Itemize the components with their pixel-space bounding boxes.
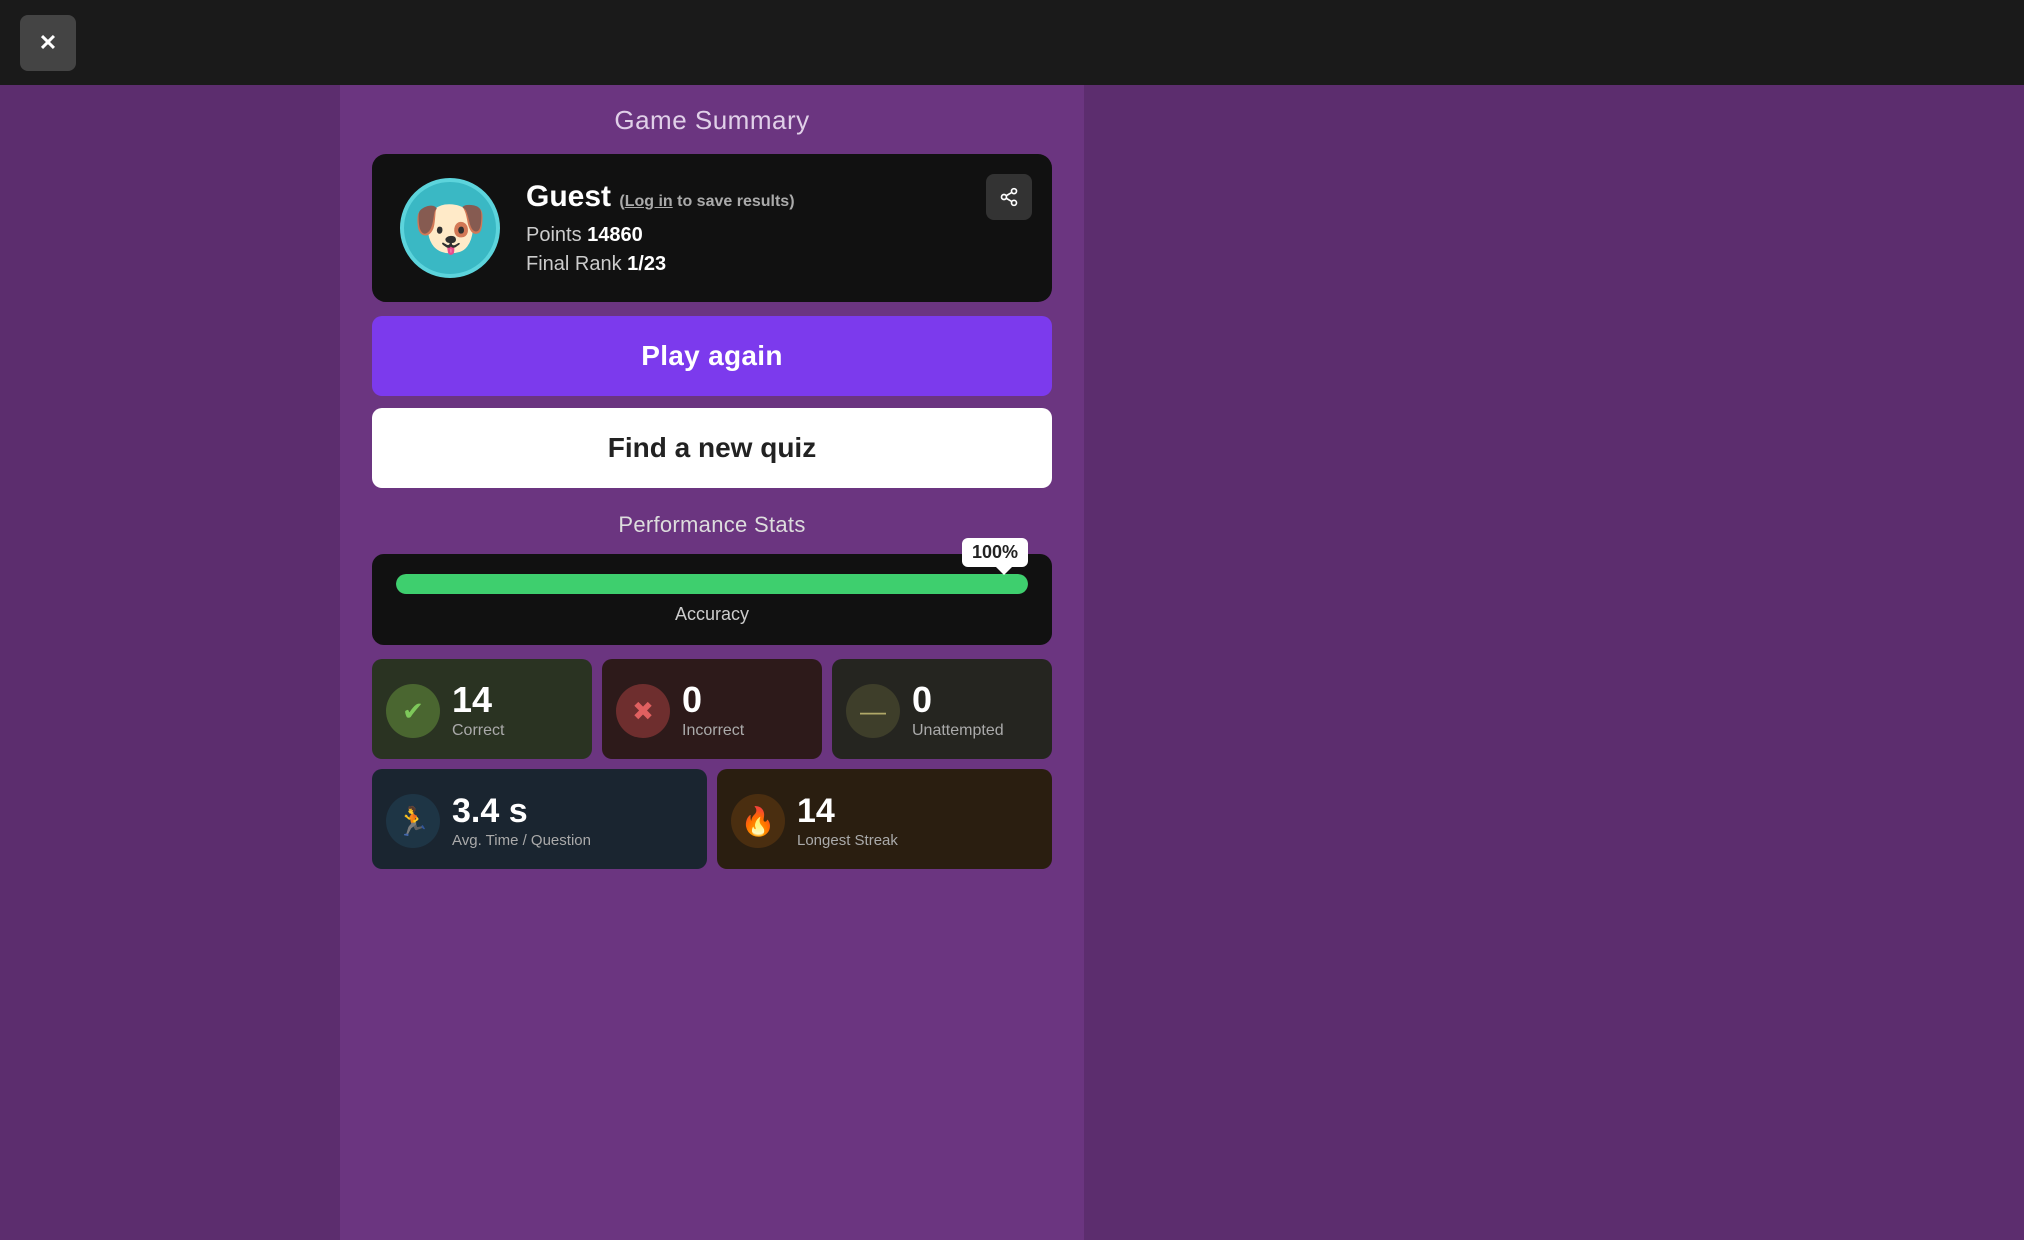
points-label: Points [526, 224, 582, 246]
accuracy-tooltip: 100% [962, 538, 1028, 567]
longest-streak-value: 14 [797, 794, 898, 828]
rank-label: Final Rank [526, 253, 622, 275]
side-panel-right [1084, 85, 2024, 1240]
incorrect-stat-card: ✖ 0 Incorrect [602, 659, 822, 759]
accuracy-card: 100% Accuracy [372, 554, 1052, 645]
find-quiz-button[interactable]: Find a new quiz [372, 408, 1052, 488]
bottom-stats-row: 🏃 3.4 s Avg. Time / Question 🔥 14 Longes… [372, 769, 1052, 869]
rank-row: Final Rank 1/23 [526, 253, 1024, 276]
top-bar: ✕ [0, 0, 2024, 85]
unattempted-count: 0 [912, 682, 1004, 718]
profile-info: Guest (Log in to save results) Points 14… [526, 180, 1024, 276]
unattempted-stat-content: 0 Unattempted [912, 682, 1004, 740]
correct-stat-content: 14 Correct [452, 682, 504, 740]
accuracy-bar-fill [396, 574, 1028, 594]
login-prompt: (Log in to save results) [619, 193, 794, 210]
avg-time-icon: 🏃 [386, 794, 440, 848]
longest-streak-card: 🔥 14 Longest Streak [717, 769, 1052, 869]
performance-stats-title: Performance Stats [618, 512, 805, 538]
accuracy-bar-background [396, 574, 1028, 594]
username-text: Guest [526, 180, 611, 213]
login-link[interactable]: Log in [625, 193, 673, 210]
correct-icon: ✔ [386, 684, 440, 738]
points-value: 14860 [587, 224, 643, 246]
rank-value: 1/23 [627, 253, 666, 275]
incorrect-count: 0 [682, 682, 744, 718]
longest-streak-icon: 🔥 [731, 794, 785, 848]
accuracy-label: Accuracy [396, 604, 1028, 625]
avg-time-card: 🏃 3.4 s Avg. Time / Question [372, 769, 707, 869]
stats-row: ✔ 14 Correct ✖ 0 Incorrect — 0 Unattempt… [372, 659, 1052, 759]
unattempted-label: Unattempted [912, 722, 1004, 740]
avg-time-label: Avg. Time / Question [452, 832, 591, 849]
profile-card: 🐶 Guest (Log in to save results) Points … [372, 154, 1052, 302]
incorrect-label: Incorrect [682, 722, 744, 740]
login-suffix: to save results) [673, 193, 795, 210]
unattempted-stat-card: — 0 Unattempted [832, 659, 1052, 759]
avg-time-text: 3.4 s Avg. Time / Question [452, 794, 591, 849]
longest-streak-label: Longest Streak [797, 832, 898, 849]
side-panel-left [0, 85, 340, 1240]
close-button[interactable]: ✕ [20, 15, 76, 71]
main-content: Game Summary 🐶 Guest (Log in to save res… [340, 85, 1084, 1240]
unattempted-icon: — [846, 684, 900, 738]
incorrect-icon: ✖ [616, 684, 670, 738]
avatar: 🐶 [400, 178, 500, 278]
incorrect-stat-content: 0 Incorrect [682, 682, 744, 740]
correct-count: 14 [452, 682, 504, 718]
correct-label: Correct [452, 722, 504, 740]
avatar-emoji: 🐶 [413, 193, 488, 264]
points-row: Points 14860 [526, 224, 1024, 247]
avg-time-value: 3.4 s [452, 794, 591, 828]
accuracy-tooltip-wrapper: 100% [396, 574, 1028, 594]
correct-stat-card: ✔ 14 Correct [372, 659, 592, 759]
page-title: Game Summary [614, 105, 809, 136]
longest-streak-text: 14 Longest Streak [797, 794, 898, 849]
close-icon: ✕ [39, 30, 57, 56]
username: Guest (Log in to save results) [526, 180, 1024, 214]
share-button[interactable] [986, 174, 1032, 220]
play-again-button[interactable]: Play again [372, 316, 1052, 396]
